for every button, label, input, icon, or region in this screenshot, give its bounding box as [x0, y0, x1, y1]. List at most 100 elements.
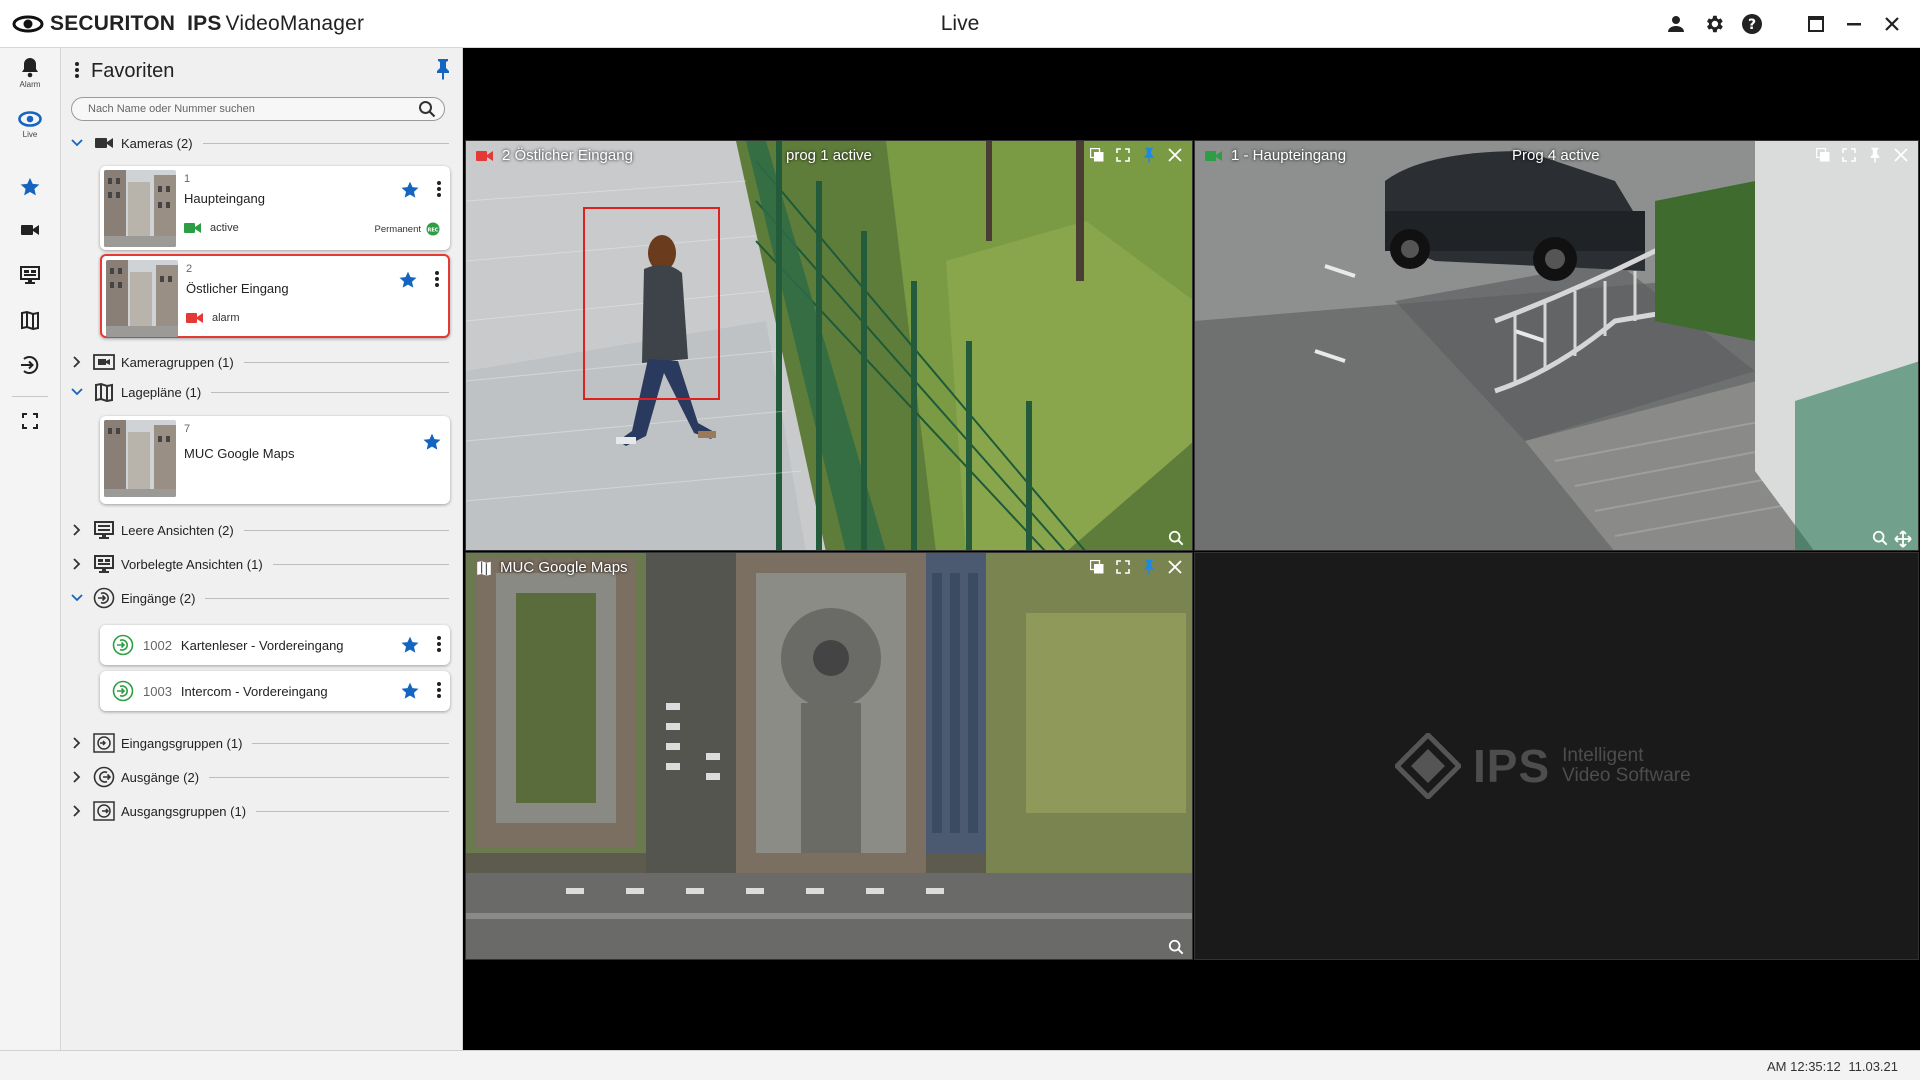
- pin-icon[interactable]: [435, 58, 451, 80]
- pin-icon[interactable]: [1866, 146, 1884, 164]
- close-icon[interactable]: [1878, 10, 1906, 38]
- input-icon: [93, 587, 115, 609]
- zoom-icon[interactable]: [1168, 939, 1184, 955]
- rail-item-views[interactable]: [0, 264, 60, 286]
- pin-icon[interactable]: [1140, 146, 1158, 164]
- fullscreen-icon[interactable]: [1840, 146, 1858, 164]
- tile-header: MUC Google Maps: [476, 559, 628, 576]
- brand-product: VideoManager: [225, 12, 365, 35]
- group-vorbelegte-ansichten[interactable]: Vorbelegte Ansichten (1): [69, 553, 455, 575]
- group-eingaenge[interactable]: Eingänge (2): [69, 587, 455, 609]
- more-vert-icon[interactable]: [436, 681, 442, 699]
- group-ausgangsgruppen[interactable]: Ausgangsgruppen (1): [69, 800, 455, 822]
- camera-number: 1: [184, 173, 191, 185]
- detection-bounding-box: [583, 207, 720, 400]
- bell-icon: [20, 56, 40, 78]
- camera-thumbnail: [106, 260, 178, 337]
- fullscreen-icon[interactable]: [1114, 146, 1132, 164]
- status-time: AM 12:35:12: [1767, 1059, 1841, 1074]
- group-divider: [256, 810, 449, 812]
- video-camera-icon: [93, 133, 115, 153]
- input-group-icon: [93, 733, 115, 753]
- camera-name: Östlicher Eingang: [186, 281, 289, 296]
- tile-overlay-text: Prog 4 active: [1512, 147, 1600, 164]
- maximize-icon[interactable]: [1802, 10, 1830, 38]
- favorite-star-icon[interactable]: [400, 635, 420, 655]
- rail-item-live[interactable]: Live: [0, 110, 60, 139]
- rail-item-favorites[interactable]: [0, 176, 60, 198]
- more-vert-icon[interactable]: [434, 270, 440, 288]
- rail-item-inputs[interactable]: [0, 354, 60, 376]
- aerial-map: [466, 553, 1192, 959]
- navigation-rail: Alarm Live: [0, 48, 61, 1050]
- group-kameragruppen[interactable]: Kameragruppen (1): [69, 351, 455, 373]
- rail-item-alarm[interactable]: Alarm: [0, 56, 60, 89]
- chevron-right-icon: [69, 769, 85, 785]
- close-icon[interactable]: [1892, 146, 1910, 164]
- more-vert-icon[interactable]: [436, 180, 442, 198]
- group-label-vorbelegte-ansichten: Vorbelegte Ansichten (1): [121, 556, 263, 572]
- status-bar: AM 12:35:12 11.03.21: [0, 1050, 1920, 1080]
- close-icon[interactable]: [1166, 146, 1184, 164]
- help-icon[interactable]: ?: [1738, 10, 1766, 38]
- star-icon: [19, 176, 41, 198]
- rail-item-fullscreen[interactable]: [0, 412, 60, 430]
- favorite-star-icon[interactable]: [400, 681, 420, 701]
- group-leere-ansichten[interactable]: Leere Ansichten (2): [69, 519, 455, 541]
- map-tile-muc-google-maps[interactable]: MUC Google Maps: [465, 552, 1193, 960]
- close-icon[interactable]: [1166, 558, 1184, 576]
- chevron-right-icon: [69, 522, 85, 538]
- ptz-move-icon[interactable]: [1894, 530, 1912, 548]
- video-tile-oestlicher-eingang[interactable]: 2 Östlicher Eingang prog 1 active: [465, 140, 1193, 551]
- app-brand: SECURITON IPS VideoManager: [12, 12, 364, 36]
- fullscreen-icon[interactable]: [1114, 558, 1132, 576]
- recording-mode-label: Permanent: [374, 223, 421, 235]
- user-icon[interactable]: [1662, 10, 1690, 38]
- search-box: [71, 97, 445, 121]
- zoom-icon[interactable]: [1872, 530, 1888, 548]
- tile-header: 2 Östlicher Eingang: [476, 147, 633, 164]
- input-card-intercom[interactable]: 1003 Intercom - Vordereingang: [100, 671, 450, 711]
- ips-logo-line1: Intelligent: [1562, 745, 1644, 766]
- map-card-muc-google-maps[interactable]: 7 MUC Google Maps: [100, 416, 450, 504]
- more-vert-icon[interactable]: [67, 58, 87, 82]
- pin-icon[interactable]: [1140, 558, 1158, 576]
- rail-divider: [12, 396, 48, 397]
- rail-item-cameras[interactable]: [0, 222, 60, 238]
- chevron-right-icon: [69, 556, 85, 572]
- tile-title: 2 Östlicher Eingang: [502, 147, 633, 164]
- group-divider: [209, 776, 449, 778]
- rec-badge-icon: REC: [426, 222, 440, 236]
- group-kameras[interactable]: Kameras (2): [69, 132, 455, 154]
- video-tile-haupteingang[interactable]: 1 - Haupteingang Prog 4 active: [1194, 140, 1919, 551]
- chevron-down-icon: [69, 590, 85, 606]
- search-input[interactable]: [88, 100, 408, 118]
- pip-icon[interactable]: [1088, 146, 1106, 164]
- minimize-icon[interactable]: [1840, 10, 1868, 38]
- input-card-kartenleser[interactable]: 1002 Kartenleser - Vordereingang: [100, 625, 450, 665]
- camera-card-haupteingang[interactable]: 1 Haupteingang active Permanent REC: [100, 166, 450, 250]
- more-vert-icon[interactable]: [436, 635, 442, 653]
- login-icon: [19, 354, 41, 376]
- fullscreen-icon: [21, 412, 39, 430]
- search-icon[interactable]: [418, 100, 436, 118]
- pip-icon[interactable]: [1814, 146, 1832, 164]
- camera-card-oestlicher-eingang[interactable]: 2 Östlicher Eingang alarm: [100, 254, 450, 338]
- rail-item-maps[interactable]: [0, 310, 60, 330]
- zoom-icon[interactable]: [1168, 530, 1184, 546]
- favorite-star-icon[interactable]: [398, 270, 418, 290]
- favorite-star-icon[interactable]: [400, 180, 420, 200]
- tile-overlay-text: prog 1 active: [786, 147, 872, 164]
- group-eingangsgruppen[interactable]: Eingangsgruppen (1): [69, 732, 455, 754]
- group-divider: [202, 142, 449, 144]
- group-lageplaene[interactable]: Lagepläne (1): [69, 381, 455, 403]
- group-ausgaenge[interactable]: Ausgänge (2): [69, 766, 455, 788]
- favorite-star-icon[interactable]: [422, 432, 442, 452]
- rail-label-alarm: Alarm: [19, 80, 41, 89]
- empty-video-tile[interactable]: IPS Intelligent Video Software: [1194, 552, 1919, 960]
- input-active-icon: [112, 634, 134, 656]
- pip-icon[interactable]: [1088, 558, 1106, 576]
- output-icon: [93, 766, 115, 788]
- settings-gear-icon[interactable]: [1700, 10, 1728, 38]
- securiton-logo-icon: [12, 14, 44, 34]
